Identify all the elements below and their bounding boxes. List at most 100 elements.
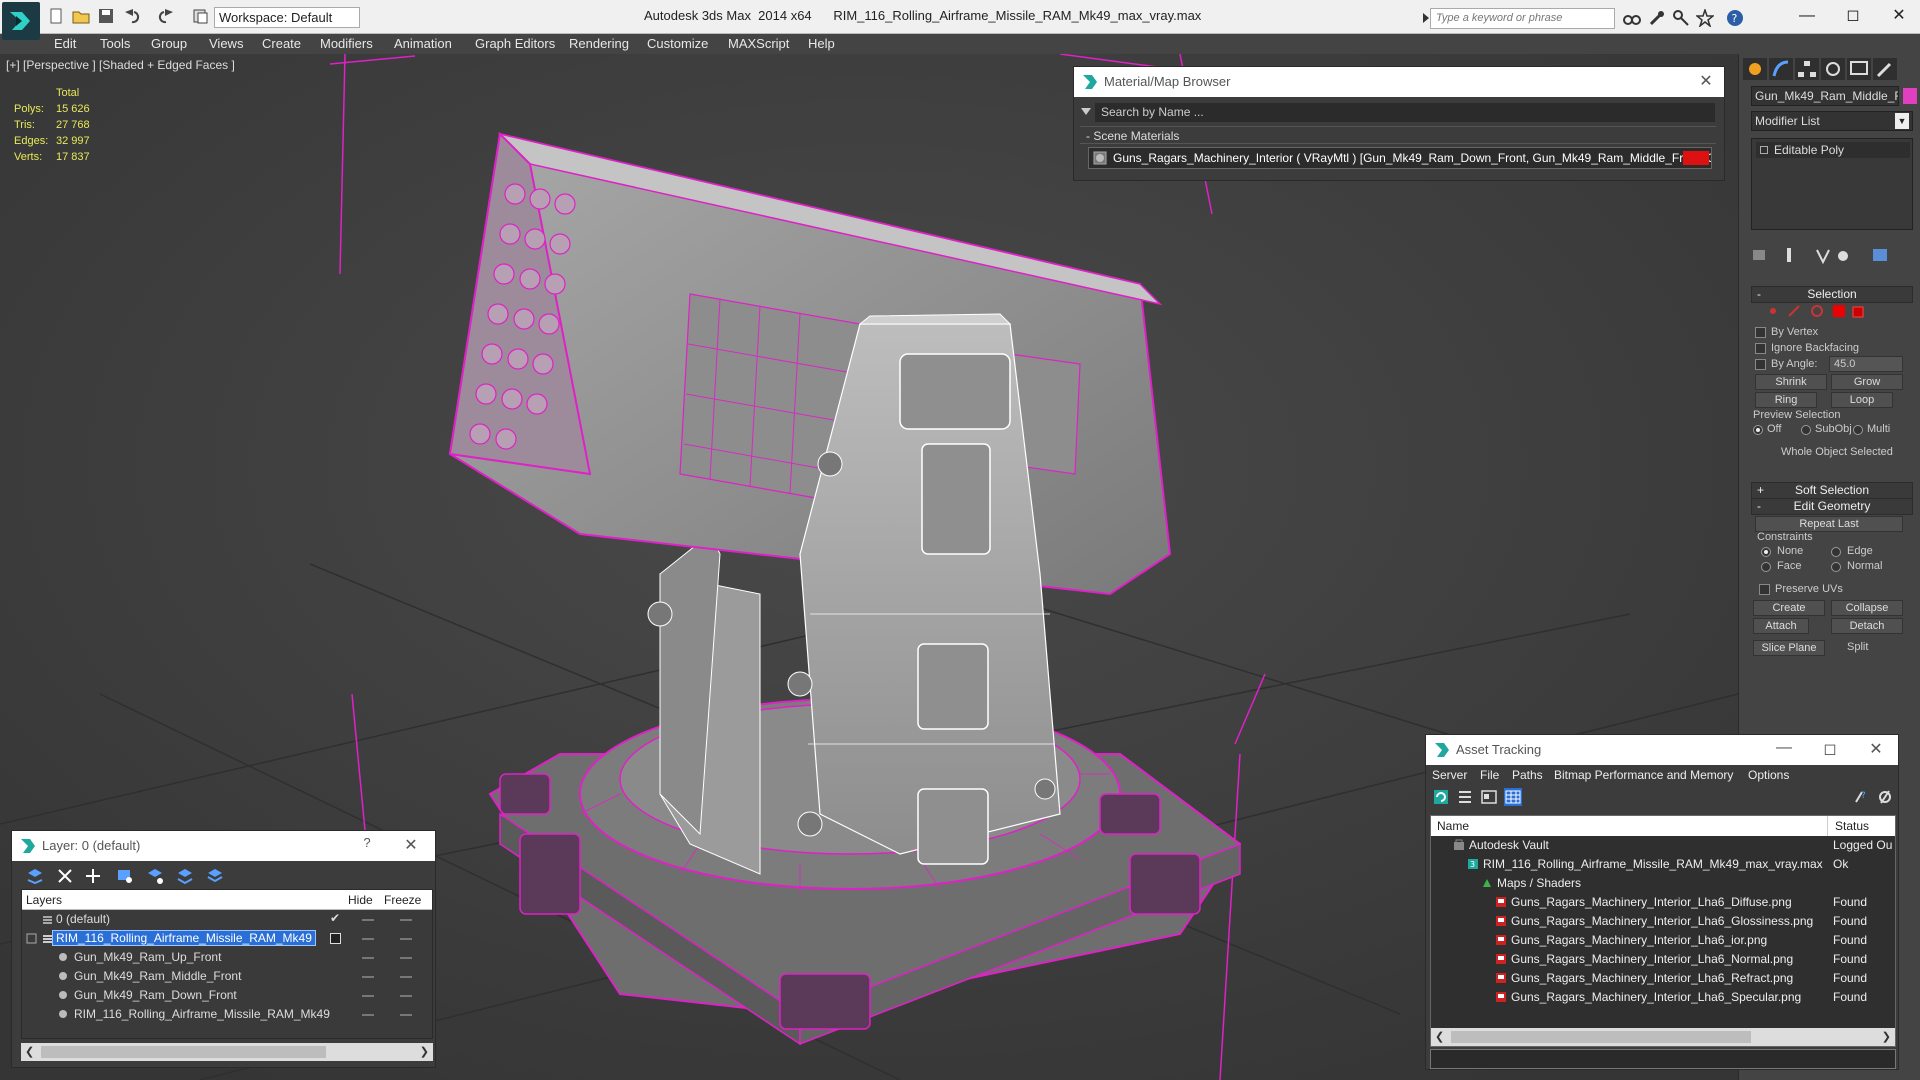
layer-settings-icon[interactable] [206,867,224,885]
help-icon[interactable]: ? [1726,9,1744,27]
menu-tools[interactable]: Tools [100,36,130,51]
select-layer-icon[interactable] [116,867,134,885]
minimize-button[interactable]: — [1792,4,1822,28]
ignore-backfacing-checkbox[interactable] [1755,343,1766,354]
menu-paths[interactable]: Paths [1512,768,1543,782]
layer-stack-icon[interactable] [26,867,44,885]
undo-icon[interactable] [122,8,142,26]
preview-subobj-radio[interactable] [1801,425,1811,435]
create-tab-icon[interactable] [1743,58,1767,80]
material-search-input[interactable]: Search by Name ... [1095,103,1715,122]
modifier-list-dropdown[interactable]: Modifier List ▼ [1751,111,1913,131]
create-button[interactable]: Create [1753,600,1825,616]
scroll-left-icon[interactable]: ❮ [1435,1030,1444,1043]
save-icon[interactable] [98,8,118,26]
attach-button[interactable]: Attach [1753,618,1809,634]
freeze-toggle[interactable] [400,919,412,921]
menu-file[interactable]: File [1480,768,1499,782]
menu-graph-editors[interactable]: Graph Editors [475,36,555,51]
menu-edit[interactable]: Edit [54,36,76,51]
hide-toggle[interactable] [362,938,374,940]
menu-group[interactable]: Group [151,36,187,51]
preserve-uvs-checkbox[interactable] [1759,584,1770,595]
close-icon[interactable]: ✕ [1866,739,1886,759]
help-question-icon[interactable]: ? [1852,788,1870,806]
collapse-icon[interactable] [26,933,37,944]
menu-rendering[interactable]: Rendering [569,36,629,51]
menu-server[interactable]: Server [1432,768,1467,782]
scroll-right-icon[interactable]: ❯ [420,1045,429,1058]
expand-icon[interactable] [1760,146,1768,154]
active-layer-check-icon[interactable]: ✔ [330,911,340,925]
scrollbar-thumb[interactable] [41,1046,326,1058]
object-row[interactable]: RIM_116_Rolling_Airframe_Missile_RAM_Mk4… [22,1005,432,1024]
repeat-last-button[interactable]: Repeat Last [1755,516,1903,532]
hold-icon[interactable] [192,8,212,26]
freeze-toggle[interactable] [400,957,412,959]
workspace-dropdown[interactable]: Workspace: Default [214,7,360,28]
column-hide[interactable]: Hide [348,893,373,907]
chevron-down-icon[interactable]: ▼ [1895,113,1909,129]
asset-row-texture[interactable]: Guns_Ragars_Machinery_Interior_Lha6_Norm… [1431,950,1895,969]
menu-modifiers[interactable]: Modifiers [320,36,373,51]
browser-options-icon[interactable] [1080,107,1092,117]
app-logo-icon[interactable] [2,2,40,40]
hide-toggle[interactable] [362,1014,374,1016]
freeze-toggle[interactable] [400,1014,412,1016]
key-icon[interactable] [1672,9,1690,27]
subobject-level-icons[interactable] [1765,302,1905,320]
shrink-button[interactable]: Shrink [1755,374,1827,390]
column-divider[interactable] [1827,816,1828,836]
add-layer-icon[interactable] [84,867,102,885]
angle-spinner[interactable]: 45.0 [1829,356,1903,372]
close-icon[interactable]: ✕ [401,835,421,855]
constraint-none-radio[interactable] [1761,547,1771,557]
display-tab-icon[interactable] [1847,58,1871,80]
menu-help[interactable]: Help [808,36,835,51]
asset-row-texture[interactable]: Guns_Ragars_Machinery_Interior_Lha6_Refr… [1431,969,1895,988]
asset-row-texture[interactable]: Guns_Ragars_Machinery_Interior_Lha6_Glos… [1431,912,1895,931]
refresh-icon[interactable] [1432,788,1450,806]
search-input[interactable]: Type a keyword or phrase [1430,8,1615,29]
asset-row-scene-file[interactable]: 3 RIM_116_Rolling_Airframe_Missile_RAM_M… [1431,855,1895,874]
settings-icon[interactable] [1876,788,1894,806]
constraint-edge-radio[interactable] [1831,547,1841,557]
slice-plane-button[interactable]: Slice Plane [1753,640,1825,656]
modifier-stack[interactable]: Editable Poly [1751,138,1913,230]
object-row[interactable]: Gun_Mk49_Ram_Middle_Front [22,967,432,986]
modifier-stack-item[interactable]: Editable Poly [1756,142,1910,158]
close-button[interactable]: ✕ [1884,4,1914,28]
asset-row-vault[interactable]: Autodesk Vault Logged Ou [1431,836,1895,855]
by-vertex-checkbox[interactable] [1755,327,1766,338]
material-list-item[interactable]: Guns_Ragars_Machinery_Interior ( VRayMtl… [1088,147,1712,169]
object-row[interactable]: Gun_Mk49_Ram_Up_Front [22,948,432,967]
horizontal-scrollbar[interactable]: ❮ ❯ [21,1043,433,1061]
motion-tab-icon[interactable] [1821,58,1845,80]
utilities-tab-icon[interactable] [1873,58,1897,80]
delete-layer-icon[interactable] [56,867,74,885]
column-freeze[interactable]: Freeze [384,893,421,907]
list-view-icon[interactable] [1456,788,1474,806]
hide-toggle[interactable] [362,957,374,959]
hide-toggle[interactable] [362,976,374,978]
tools-icon[interactable] [1648,9,1666,27]
hierarchy-tab-icon[interactable] [1795,58,1819,80]
scroll-left-icon[interactable]: ❮ [25,1045,34,1058]
viewport-label[interactable]: [+] [Perspective ] [Shaded + Edged Faces… [6,58,235,72]
loop-button[interactable]: Loop [1831,392,1893,408]
ring-button[interactable]: Ring [1755,392,1817,408]
help-icon[interactable]: ? [357,835,377,855]
by-angle-checkbox[interactable] [1755,359,1766,370]
preview-off-radio[interactable] [1753,425,1763,435]
modify-tab-icon[interactable] [1769,58,1793,80]
freeze-toggle[interactable] [400,938,412,940]
horizontal-scrollbar[interactable]: ❮ ❯ [1431,1028,1895,1046]
preview-multi-radio[interactable] [1853,425,1863,435]
open-file-icon[interactable] [72,8,92,26]
column-status[interactable]: Status [1835,819,1869,833]
asset-row-texture[interactable]: Guns_Ragars_Machinery_Interior_Lha6_Diff… [1431,893,1895,912]
stack-toolbar[interactable] [1751,246,1913,266]
layer-row[interactable]: 0 (default) ✔ [22,910,432,929]
maximize-button[interactable]: ◻ [1838,4,1868,28]
menu-options[interactable]: Options [1748,768,1789,782]
